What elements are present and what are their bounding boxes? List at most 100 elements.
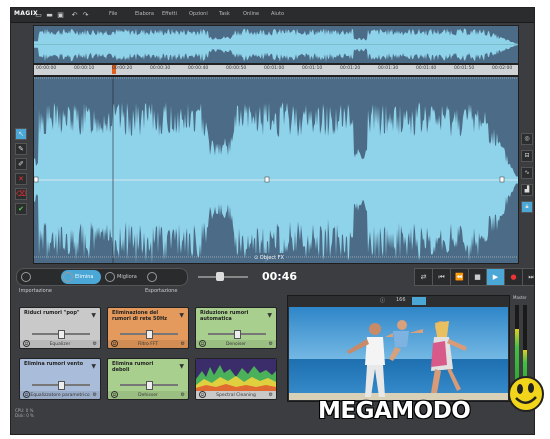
info-icon[interactable]: ⓘ — [380, 297, 385, 304]
brush-tool-icon[interactable]: ✐ — [15, 158, 27, 170]
effect-title: Riduci rumori "pop" — [24, 310, 80, 316]
effect-slider[interactable] — [32, 330, 90, 339]
effect-dropdown-icon[interactable]: ▼ — [91, 312, 96, 319]
save-icon[interactable]: ▣ — [57, 11, 64, 19]
ruler-tick-label: 00:00:30 — [150, 66, 171, 71]
play-icon[interactable]: ▶ — [486, 268, 505, 286]
right-toolbar: ◎ ⊟ ∿ ▟ 🔒︎ — [521, 133, 533, 218]
effect-slider-knob[interactable] — [146, 381, 153, 390]
position-slider[interactable] — [198, 272, 248, 281]
redo-icon[interactable]: ↷ — [82, 11, 89, 19]
pencil-tool-icon[interactable]: ✎ — [15, 143, 27, 155]
menu-online[interactable]: Online — [243, 11, 259, 17]
gear-icon[interactable]: ⚙ — [181, 341, 185, 347]
overview-waveform[interactable] — [33, 25, 519, 64]
aspect-label[interactable]: 166 — [396, 297, 406, 303]
effect-title: Elimina rumori deboli — [112, 361, 154, 373]
menu-opzioni[interactable]: Opzioni — [189, 11, 208, 17]
effect-title: Eliminazione del rumori di rete 50Hz — [112, 310, 168, 322]
gear-icon[interactable]: ⚙ — [93, 392, 97, 398]
meter-label: Master — [513, 295, 527, 300]
main-waveform[interactable]: ⊙ Object FX — [33, 76, 519, 265]
lock-icon[interactable]: 🔒︎ — [521, 201, 533, 213]
effect-slider-knob[interactable] — [58, 330, 65, 339]
menu-file[interactable]: File — [109, 11, 117, 17]
timeline-ruler[interactable]: 00:00:00 00:00:10 00:00:20 00:00:30 00:00:40… — [33, 64, 519, 76]
effect-name: Equalizer — [49, 342, 71, 347]
tab-elimina[interactable]: Elimina — [61, 270, 101, 284]
gear-icon[interactable]: ⚙ — [269, 341, 273, 347]
effect-slider[interactable] — [32, 381, 90, 390]
cut-tool-icon[interactable]: ✕ — [15, 173, 27, 185]
record-icon[interactable]: ● — [504, 268, 523, 286]
undo-icon[interactable]: ↶ — [71, 11, 78, 19]
eliminate-icon — [63, 271, 73, 282]
effect-wind-noise[interactable]: Elimina rumori vento ▼ ⏻ Equalizzatore p… — [19, 358, 101, 400]
spectrum-view-icon[interactable]: ▟ — [521, 184, 533, 196]
effect-auto-noise-reduction[interactable]: Riduzione rumori automatica ▼ ⏻ Denoiser… — [195, 307, 277, 349]
pointer-tool-icon[interactable]: ↖ — [15, 128, 27, 140]
ruler-tick-label: 00:00:10 — [74, 66, 95, 71]
ruler-tick-label: 00:01:40 — [416, 66, 437, 71]
draw-tool-icon[interactable]: ✔ — [15, 203, 27, 215]
effect-weak-noise[interactable]: Elimina rumori deboli ▼ ⏻ Dehisser ⚙ — [107, 358, 189, 400]
enhance-icon — [105, 271, 115, 282]
video-toolbar: ⓘ 166 — [288, 296, 509, 305]
menu-elabora[interactable]: Elabora — [135, 11, 154, 17]
effect-name: Dehisser — [138, 393, 158, 398]
menu-bar: MAGIX ▭ ▬ ▣ ↶ ↷ File Elabora Effetti Opz… — [11, 8, 534, 23]
skip-back-icon[interactable]: ⏮ — [432, 268, 451, 286]
ruler-tick-label: 00:00:50 — [226, 66, 247, 71]
tab-migliora[interactable]: Migliora — [103, 270, 143, 284]
menu-effetti[interactable]: Effetti — [162, 11, 177, 17]
time-display: 00:46 — [262, 270, 298, 283]
loop-icon[interactable]: ⇄ — [414, 268, 433, 286]
menu-task[interactable]: Task — [219, 11, 230, 17]
effect-slider[interactable] — [120, 381, 178, 390]
marker-icon[interactable]: ⊟ — [521, 150, 533, 162]
ruler-tick-label: 00:01:10 — [302, 66, 323, 71]
cd-icon[interactable]: ◎ — [521, 133, 533, 145]
effect-slider-knob[interactable] — [234, 330, 241, 339]
menu-aiuto[interactable]: Aiuto — [271, 11, 284, 17]
effect-50hz-removal[interactable]: Eliminazione del rumori di rete 50Hz ▼ ⏻… — [107, 307, 189, 349]
gear-icon[interactable]: ⚙ — [269, 392, 273, 398]
object-fx-label[interactable]: ⊙ Object FX — [254, 255, 285, 261]
effect-dropdown-icon[interactable]: ▼ — [179, 363, 184, 370]
effect-title: Riduzione rumori automatica — [200, 310, 249, 322]
effect-slider-knob[interactable] — [146, 330, 153, 339]
new-file-icon[interactable]: ▭ — [35, 11, 42, 19]
ruler-tick-label: 00:01:50 — [454, 66, 475, 71]
effect-slider[interactable] — [208, 330, 266, 339]
video-preview-panel: ⓘ 166 — [287, 295, 510, 402]
watermark-text: MEGAMODO — [318, 398, 471, 424]
gear-icon[interactable]: ⚙ — [93, 341, 97, 347]
ruler-tick-label: 00:00:00 — [36, 66, 57, 71]
skip-forward-icon[interactable]: ⏭ — [522, 268, 534, 286]
main-waveform-shape: ⊙ Object FX — [33, 77, 518, 265]
effect-pop-removal[interactable]: Riduci rumori "pop" ▼ ⏻ Equalizer ⚙ — [19, 307, 101, 349]
ruler-tick-label: 00:02:00 — [492, 66, 513, 71]
video-frame[interactable] — [289, 307, 508, 400]
effect-name: Filtro FFT — [137, 342, 159, 347]
ruler-tick-label: 00:01:00 — [264, 66, 285, 71]
tab-esportazione[interactable]: Esportazione — [145, 270, 187, 294]
eraser-tool-icon[interactable]: ⌫ — [15, 188, 27, 200]
stop-icon[interactable]: ■ — [468, 268, 487, 286]
position-slider-knob[interactable] — [216, 272, 224, 281]
tab-importazione[interactable]: Importazione — [19, 270, 59, 294]
effect-slider[interactable] — [120, 330, 178, 339]
effect-dropdown-icon[interactable]: ▼ — [179, 312, 184, 319]
fullscreen-icon[interactable] — [412, 297, 426, 305]
wave-view-icon[interactable]: ∿ — [521, 167, 533, 179]
effect-dropdown-icon[interactable]: ▼ — [267, 312, 272, 319]
effect-spectral-cleaning[interactable]: ⏻ Spectral Cleaning ⚙ — [195, 358, 277, 400]
effect-slider-knob[interactable] — [58, 381, 65, 390]
open-folder-icon[interactable]: ▬ — [46, 11, 53, 19]
gear-icon[interactable]: ⚙ — [181, 392, 185, 398]
effect-dropdown-icon[interactable]: ▼ — [91, 363, 96, 370]
rewind-icon[interactable]: ⏪ — [450, 268, 469, 286]
beach-scene-image — [289, 307, 508, 400]
transport-bar: Importazione Elimina Migliora Esportazio… — [16, 266, 534, 294]
effect-title: Elimina rumori vento — [24, 361, 84, 367]
